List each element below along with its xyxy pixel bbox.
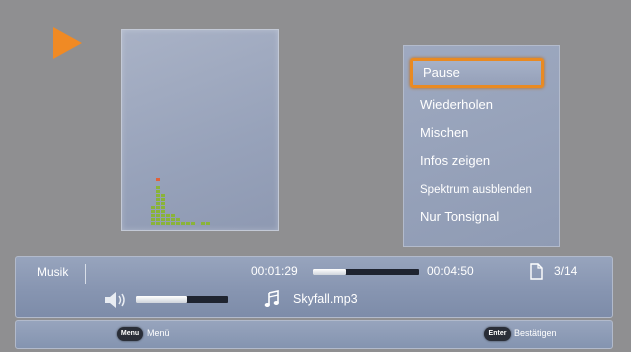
spectrum-segment <box>156 198 160 201</box>
spectrum-segment <box>151 222 155 225</box>
spectrum-segment <box>191 222 195 225</box>
menu-item-repeat[interactable]: Wiederholen <box>410 90 544 120</box>
menu-item-pause[interactable]: Pause <box>410 58 544 88</box>
spectrum-segment <box>161 210 165 213</box>
spectrum-peak <box>156 178 160 181</box>
spectrum-segment <box>171 218 175 221</box>
progress-bar-fill <box>313 269 346 275</box>
spectrum-segment <box>166 214 170 217</box>
spectrum-segment <box>176 222 180 225</box>
spectrum-segment <box>151 214 155 217</box>
spectrum-segment <box>166 222 170 225</box>
menu-item-shuffle[interactable]: Mischen <box>410 118 544 148</box>
spectrum-segment <box>156 214 160 217</box>
total-time: 00:04:50 <box>427 264 474 278</box>
track-position: 3/14 <box>554 264 578 278</box>
elapsed-time: 00:01:29 <box>251 264 298 278</box>
spectrum-segment <box>161 222 165 225</box>
spectrum-segment <box>161 202 165 205</box>
menu-item-audio-only[interactable]: Nur Tonsignal <box>410 202 544 232</box>
menu-item-show-info[interactable]: Infos zeigen <box>410 146 544 176</box>
spectrum-segment <box>156 206 160 209</box>
enter-key-icon[interactable]: Enter <box>484 327 511 341</box>
spectrum-segment <box>156 202 160 205</box>
spectrum-segment <box>176 218 180 221</box>
play-indicator-icon <box>52 26 84 60</box>
spectrum-segment <box>161 206 165 209</box>
spectrum-segment <box>161 214 165 217</box>
spectrum-segment <box>186 222 190 225</box>
spectrum-segment <box>156 218 160 221</box>
spectrum-visualizer <box>121 29 279 231</box>
spectrum-segment <box>171 214 175 217</box>
spectrum-segment <box>181 222 185 225</box>
spectrum-segment <box>166 218 170 221</box>
spectrum-segment <box>171 222 175 225</box>
menu-key-icon[interactable]: Menu <box>117 327 143 341</box>
spectrum-segment <box>161 198 165 201</box>
spectrum-segment <box>151 206 155 209</box>
category-label: Musik <box>37 265 69 279</box>
spectrum-segment <box>151 218 155 221</box>
spectrum-segment <box>161 218 165 221</box>
volume-slider[interactable] <box>136 296 228 303</box>
status-divider <box>85 264 86 284</box>
help-bar: Menu Menü Enter Bestätigen <box>15 320 613 349</box>
spectrum-segment <box>201 222 205 225</box>
track-filename: Skyfall.mp3 <box>293 292 358 306</box>
progress-bar[interactable] <box>313 269 419 275</box>
status-bar: Musik 00:01:29 00:04:50 3/14 Skyfall.mp3 <box>15 256 613 318</box>
spectrum-segment <box>156 186 160 189</box>
file-count-icon <box>530 263 543 285</box>
spectrum-segment <box>151 210 155 213</box>
spectrum-segment <box>156 194 160 197</box>
menu-key-label: Menü <box>147 328 170 338</box>
music-note-icon <box>264 290 280 313</box>
spectrum-segment <box>206 222 210 225</box>
spectrum-segment <box>161 194 165 197</box>
menu-item-hide-spectrum[interactable]: Spektrum ausblenden <box>410 175 544 205</box>
options-menu: Pause Wiederholen Mischen Infos zeigen S… <box>403 45 560 247</box>
volume-slider-fill <box>136 296 187 303</box>
spectrum-segment <box>156 190 160 193</box>
spectrum-segment <box>156 210 160 213</box>
spectrum-segment <box>156 222 160 225</box>
enter-key-label: Bestätigen <box>514 328 557 338</box>
volume-icon <box>104 291 128 314</box>
